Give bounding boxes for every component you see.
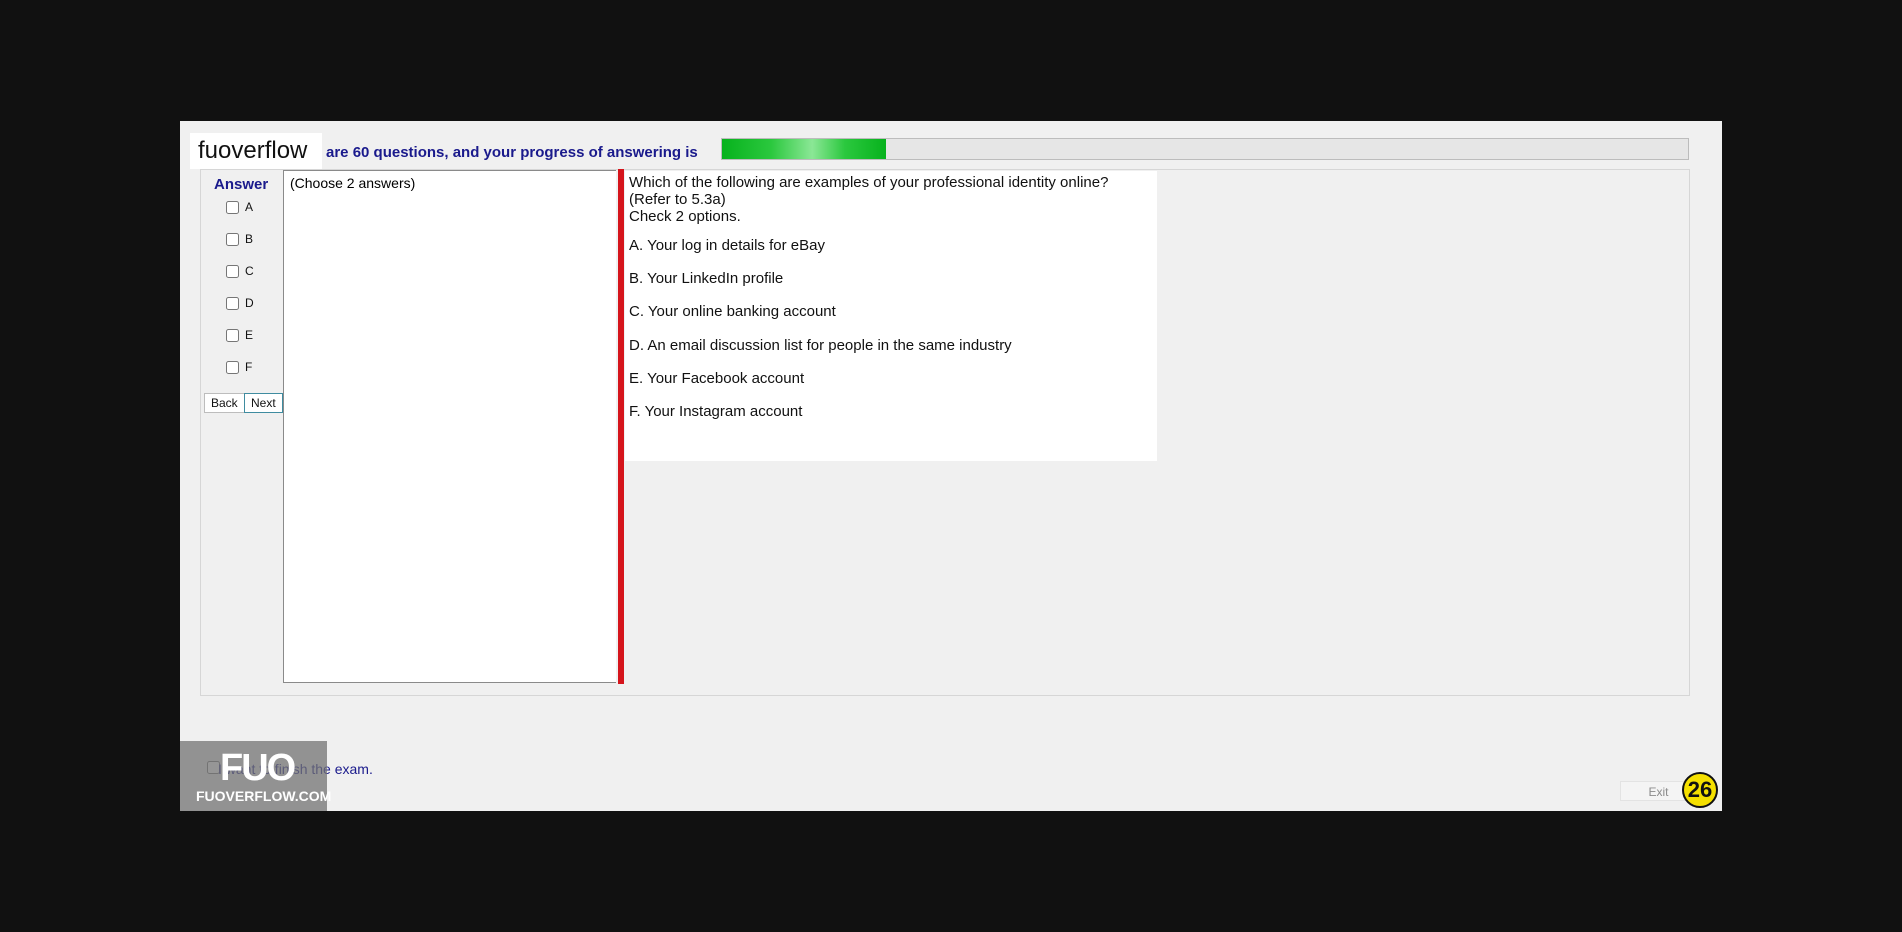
option-a[interactable]: A <box>226 200 253 214</box>
option-d[interactable]: D <box>226 296 254 310</box>
option-c-checkbox[interactable] <box>226 264 239 278</box>
option-e-checkbox[interactable] <box>226 328 239 342</box>
progress-bar <box>721 138 1689 160</box>
question-instruction: Check 2 options. <box>629 208 741 225</box>
fuo-url: FUOVERFLOW.COM <box>196 788 332 804</box>
question-panel: Which of the following are examples of y… <box>625 171 1157 461</box>
option-d-checkbox[interactable] <box>226 296 239 310</box>
option-c-label: C <box>245 264 254 278</box>
watermark-badge: FUO FUOVERFLOW.COM <box>180 741 331 811</box>
choice-a: A. Your log in details for eBay <box>629 237 825 254</box>
question-reference: (Refer to 5.3a) <box>629 191 726 208</box>
choice-b: B. Your LinkedIn profile <box>629 270 784 287</box>
option-f-label: F <box>245 360 253 374</box>
option-f-checkbox[interactable] <box>226 360 239 374</box>
option-d-label: D <box>245 296 254 310</box>
option-b[interactable]: B <box>226 232 253 246</box>
option-b-label: B <box>245 232 254 246</box>
answer-title: Answer <box>214 176 269 193</box>
progress-text: are 60 questions, and your progress of a… <box>326 144 698 161</box>
progress-fill <box>722 139 887 159</box>
fuo-logo: FUO <box>220 747 296 789</box>
notes-text: (Choose 2 answers) <box>290 175 416 191</box>
exam-window: fuoverflow are 60 questions, and your pr… <box>180 121 1722 811</box>
page-number-badge: 26 <box>1682 772 1718 808</box>
option-e-label: E <box>245 328 254 342</box>
panel-divider[interactable] <box>618 169 624 684</box>
option-a-checkbox[interactable] <box>226 200 239 214</box>
option-a-label: A <box>245 200 254 214</box>
option-c[interactable]: C <box>226 264 254 278</box>
back-button[interactable]: Back <box>204 393 245 413</box>
brand-label: fuoverflow <box>190 133 322 169</box>
question-text: Which of the following are examples of y… <box>629 174 1109 191</box>
notes-panel: (Choose 2 answers) <box>283 170 616 683</box>
option-e[interactable]: E <box>226 328 253 342</box>
option-b-checkbox[interactable] <box>226 232 239 246</box>
choice-f: F. Your Instagram account <box>629 403 803 420</box>
option-f[interactable]: F <box>226 360 252 374</box>
choice-d: D. An email discussion list for people i… <box>629 337 1012 354</box>
next-button[interactable]: Next <box>244 393 283 413</box>
choice-e: E. Your Facebook account <box>629 370 805 387</box>
choice-c: C. Your online banking account <box>629 303 836 320</box>
